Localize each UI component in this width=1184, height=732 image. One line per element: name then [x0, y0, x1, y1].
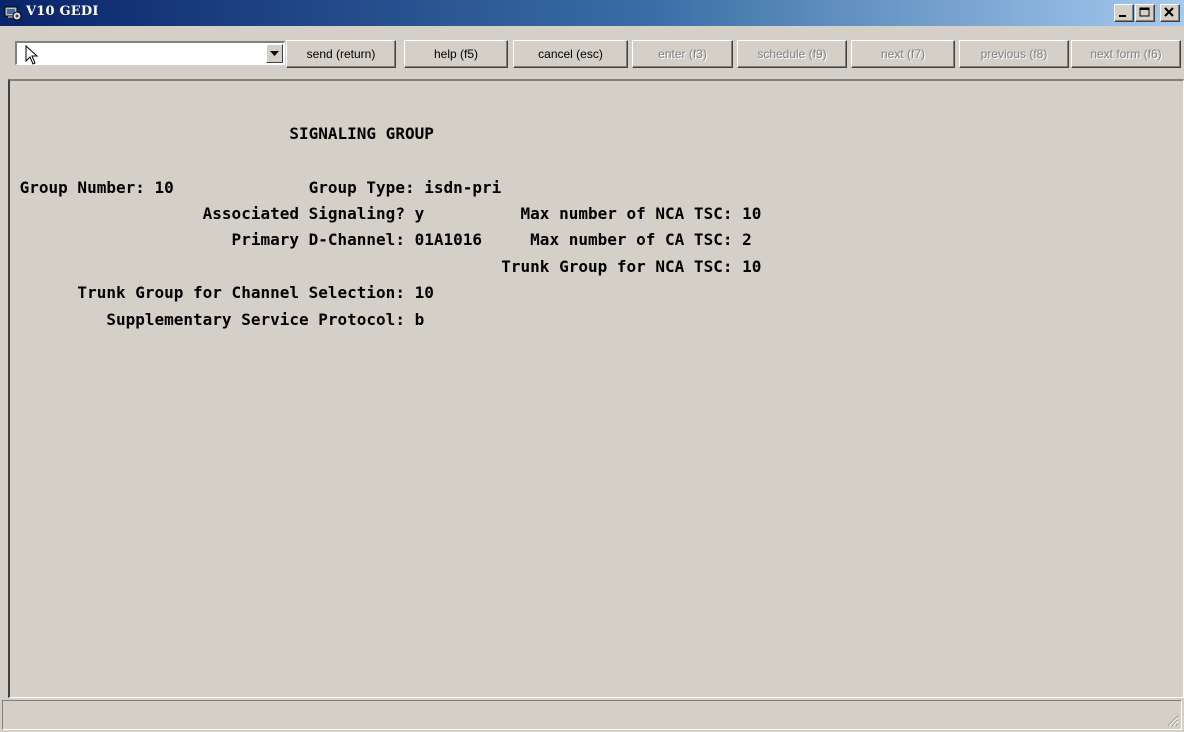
chevron-down-icon [270, 51, 279, 56]
command-toolbar: send (return) help (f5) cancel (esc) ent… [0, 26, 1184, 76]
terminal-screen[interactable]: SIGNALING GROUP Group Number: 10 Group T… [8, 79, 1184, 698]
mouse-pointer-icon [25, 45, 39, 65]
enter-button[interactable]: enter (f3) [632, 40, 733, 68]
previous-button[interactable]: previous (f8) [959, 40, 1069, 68]
form-line-primary-d-channel: Primary D-Channel: 01A1016 Max number of… [10, 230, 752, 249]
schedule-button[interactable]: schedule (f9) [737, 40, 847, 68]
close-button[interactable] [1160, 4, 1180, 22]
close-icon [1164, 7, 1174, 17]
cancel-button[interactable]: cancel (esc) [513, 40, 628, 68]
minimize-button[interactable] [1114, 4, 1134, 22]
title-bar: V10 GEDI [0, 0, 1184, 26]
form-title: SIGNALING GROUP [10, 124, 434, 143]
next-button[interactable]: next (f7) [851, 40, 955, 68]
form-line-trunk-group-channel: Trunk Group for Channel Selection: 10 [10, 283, 434, 302]
minimize-icon [1119, 15, 1126, 17]
app-icon [4, 6, 22, 21]
maximize-button[interactable] [1135, 4, 1155, 22]
resize-grip-icon[interactable] [1165, 713, 1179, 727]
help-button[interactable]: help (f5) [404, 40, 508, 68]
window-title: V10 GEDI [26, 4, 99, 19]
form-line-supplementary-service: Supplementary Service Protocol: b [10, 310, 425, 329]
maximize-icon [1139, 7, 1150, 17]
status-bar [2, 700, 1182, 730]
form-line-group-number: Group Number: 10 Group Type: isdn-pri [10, 178, 502, 197]
send-button[interactable]: send (return) [286, 40, 396, 68]
combobox-dropdown-button[interactable] [266, 44, 283, 63]
form-line-trunk-group-nca: Trunk Group for NCA TSC: 10 [10, 257, 762, 276]
next-form-button[interactable]: next form (f6) [1071, 40, 1181, 68]
form-line-associated-signaling: Associated Signaling? y Max number of NC… [10, 204, 762, 223]
command-combobox[interactable] [15, 41, 285, 65]
